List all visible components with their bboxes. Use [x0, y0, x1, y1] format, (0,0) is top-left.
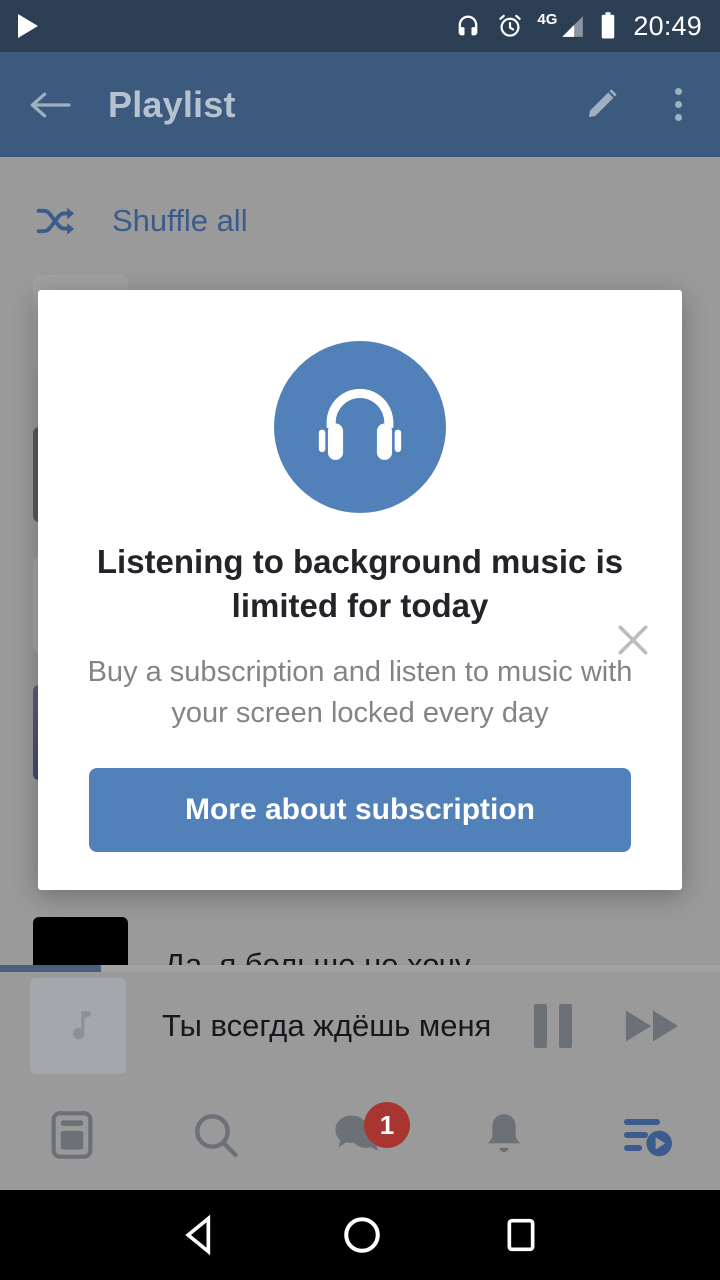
pencil-icon[interactable] [584, 82, 624, 127]
music-note-icon [73, 1011, 91, 1040]
mini-player-artwork [30, 978, 126, 1074]
subscription-dialog: Listening to background music is limited… [38, 290, 682, 890]
shuffle-all-button[interactable]: Shuffle all [0, 173, 720, 269]
android-navigation-bar [0, 1190, 720, 1280]
messages-badge: 1 [364, 1102, 410, 1148]
status-bar: 4G 20:49 [0, 0, 720, 52]
music-playlist-icon [624, 1119, 672, 1157]
phone-screen: 4G 20:49 Playlist Shuffle all Да, я боль… [0, 0, 720, 1280]
feed-icon [51, 1111, 93, 1159]
network-type-label: 4G [537, 11, 558, 28]
app-bar-actions [584, 77, 698, 133]
headphones-icon [274, 341, 446, 513]
app-bar: Playlist [0, 52, 720, 157]
status-bar-left [18, 14, 38, 38]
dialog-body: Buy a subscription and listen to music w… [87, 656, 633, 730]
alarm-icon [499, 14, 522, 37]
bell-icon [487, 1114, 521, 1153]
shuffle-icon [36, 207, 75, 235]
battery-icon [602, 12, 615, 39]
sidebar-item-music[interactable] [576, 1080, 720, 1190]
signal-4g-icon: 4G [537, 11, 586, 39]
sidebar-item-feed[interactable] [0, 1080, 144, 1190]
play-icon [18, 14, 38, 38]
fast-forward-icon[interactable] [624, 1006, 682, 1046]
search-icon [195, 1114, 238, 1158]
more-vertical-icon[interactable] [658, 77, 698, 133]
back-arrow-icon[interactable] [22, 77, 78, 133]
mini-player[interactable]: Ты всегда ждёшь меня [0, 972, 720, 1080]
dialog-title: Listening to background music is limited… [96, 543, 624, 624]
headphones-icon [459, 15, 478, 36]
nav-recents-icon[interactable] [501, 1215, 541, 1255]
playback-progress-bar[interactable] [0, 965, 720, 972]
pause-icon[interactable] [534, 1004, 572, 1048]
playback-progress-fill [0, 965, 101, 972]
status-bar-right: 4G 20:49 [453, 11, 702, 42]
status-bar-clock: 20:49 [633, 10, 702, 41]
more-about-subscription-button[interactable]: More about subscription [89, 768, 631, 852]
dialog-hero [38, 341, 682, 513]
mini-player-title: Ты всегда ждёшь меня [162, 1008, 492, 1043]
bottom-navigation: 1 [0, 1080, 720, 1190]
sidebar-item-search[interactable] [144, 1080, 288, 1190]
shuffle-all-label: Shuffle all [112, 203, 248, 238]
page-title: Playlist [108, 83, 236, 125]
sidebar-item-messages[interactable]: 1 [288, 1080, 432, 1190]
nav-home-icon[interactable] [340, 1213, 384, 1257]
nav-back-icon[interactable] [179, 1213, 223, 1257]
mini-player-controls [534, 1004, 690, 1048]
sidebar-item-notifications[interactable] [432, 1080, 576, 1190]
